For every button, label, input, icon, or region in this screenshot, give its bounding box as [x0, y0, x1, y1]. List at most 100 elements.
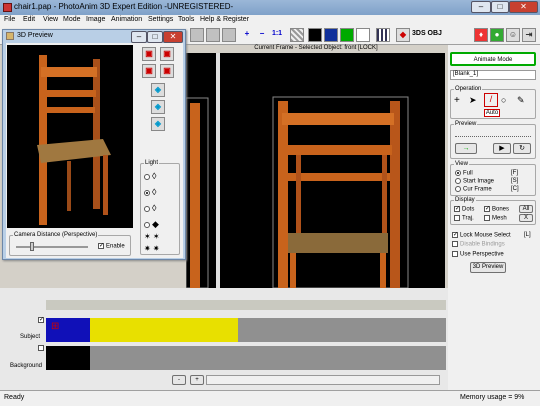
auto-badge[interactable]: Auto: [484, 109, 500, 117]
zoom-out-button[interactable]: −: [255, 28, 269, 42]
zoom-1to1-button[interactable]: 1:1: [270, 28, 284, 42]
close-button[interactable]: ✕: [509, 1, 538, 13]
grid-icon[interactable]: [376, 28, 390, 42]
maximize-button[interactable]: □: [491, 1, 509, 13]
enable-checkbox[interactable]: ✓ Enable: [98, 243, 125, 250]
zoom-in-button[interactable]: +: [240, 28, 254, 42]
camera-distance-slider[interactable]: [16, 246, 88, 248]
preview-maximize-button[interactable]: □: [147, 31, 163, 43]
subject-track[interactable]: ⊞: [46, 318, 446, 342]
traj-checkbox[interactable]: Traj.: [454, 215, 474, 222]
subject-keyframe-blue[interactable]: ⊞: [46, 318, 90, 342]
light-option-3[interactable]: ◊: [144, 203, 156, 213]
export-3d-icon[interactable]: ◆: [396, 28, 410, 42]
light-spread-icons[interactable]: ✷ ✷: [144, 244, 160, 253]
help-icon[interactable]: ●: [490, 28, 504, 42]
light-direction-icons[interactable]: ✶ ✶: [144, 232, 160, 241]
3d-preview-button[interactable]: 3D Preview: [470, 262, 506, 273]
subject-visible-checkbox[interactable]: ✓: [38, 317, 46, 324]
texture-icon[interactable]: [290, 28, 304, 42]
preview-window: 3D Preview – □ ✕ ▣ ▣ ▣ ▣ ◈ ◈ ◈ Light ◊ ◊…: [2, 29, 186, 260]
preview-close-button[interactable]: ✕: [163, 31, 183, 43]
status-memory: Memory usage = 9%: [460, 394, 525, 401]
user-icon[interactable]: ☺: [506, 28, 520, 42]
object-field[interactable]: [Blank_1]: [450, 70, 536, 80]
color-white[interactable]: [356, 28, 370, 42]
tool-grey-1[interactable]: [190, 28, 204, 42]
display-all-button[interactable]: All: [519, 205, 533, 213]
background-keyframe[interactable]: [46, 346, 90, 370]
menu-image[interactable]: Image: [86, 16, 105, 23]
mesh-checkbox[interactable]: Mesh: [484, 215, 507, 222]
loop-button[interactable]: ↻: [513, 143, 531, 154]
view-cur-frame-radio[interactable]: Cur Frame: [455, 186, 492, 193]
light-option-2[interactable]: ◊: [144, 187, 156, 197]
viewport-splitter[interactable]: [216, 53, 220, 288]
menu-view[interactable]: View: [43, 16, 58, 23]
export-3ds-obj-label[interactable]: 3DS OBJ: [412, 30, 442, 37]
preview-minimize-button[interactable]: –: [131, 31, 147, 43]
tool-grey-2[interactable]: [206, 28, 220, 42]
light-group: Light ◊ ◊ ◊ ◆ ✶ ✶ ✷ ✷: [140, 160, 180, 255]
menu-tools[interactable]: Tools: [178, 16, 194, 23]
timeline-zoom-out-button[interactable]: -: [172, 375, 186, 385]
viewport-left-edge[interactable]: [186, 53, 216, 288]
add-point-icon[interactable]: +: [454, 95, 460, 106]
menu-edit[interactable]: Edit: [23, 16, 35, 23]
menu-help[interactable]: Help & Register: [200, 16, 249, 23]
exit-icon[interactable]: ⇥: [522, 28, 536, 42]
preview-slider[interactable]: [455, 133, 531, 137]
lasso-icon[interactable]: ○: [501, 95, 506, 105]
operation-label: Operation: [454, 86, 483, 92]
lock-mouse-checkbox[interactable]: ✓ Lock Mouse Select: [452, 232, 511, 239]
select-arrow-icon[interactable]: ➤: [469, 95, 477, 106]
menu-file[interactable]: File: [4, 16, 15, 23]
view-start-image-radio[interactable]: Start Image: [455, 178, 494, 185]
cube-top-icon[interactable]: ▣: [142, 64, 156, 78]
app-icon: [3, 3, 12, 12]
color-blue[interactable]: [324, 28, 338, 42]
bones-checkbox[interactable]: ✓ Bones: [484, 206, 509, 213]
timeline-scrollbar[interactable]: [206, 375, 440, 385]
light-label: Light: [144, 160, 160, 166]
view-full-radio[interactable]: Full: [455, 170, 473, 177]
use-perspective-checkbox[interactable]: Use Perspective: [452, 251, 504, 258]
light-option-1[interactable]: ◊: [144, 171, 156, 181]
animate-mode-button[interactable]: Animate Mode: [450, 52, 536, 66]
subject-keyframe-yellow[interactable]: [90, 318, 238, 342]
minimize-button[interactable]: –: [471, 1, 491, 13]
dots-checkbox[interactable]: ✓ Dots: [454, 206, 474, 213]
register-icon[interactable]: ♦: [474, 28, 488, 42]
background-track[interactable]: [46, 346, 446, 370]
camera-distance-thumb[interactable]: [30, 242, 34, 251]
view-icons-group: ▣ ▣ ▣ ▣ ◈ ◈ ◈: [138, 47, 180, 155]
display-none-button[interactable]: X: [519, 214, 533, 222]
play-button[interactable]: ▶: [493, 143, 511, 154]
cube-rotate-1-icon[interactable]: ◈: [151, 83, 165, 97]
camera-distance-group: Camera Distance (Perspective) ✓ Enable: [9, 232, 131, 256]
viewport-current-frame[interactable]: [220, 53, 445, 288]
preview-chair-image: [37, 55, 111, 225]
disable-bindings-checkbox[interactable]: Disable Bindings: [452, 241, 505, 248]
preview-record-button[interactable]: →: [455, 143, 477, 154]
timeline-ruler[interactable]: [46, 300, 446, 310]
preview-window-title: 3D Preview: [17, 32, 53, 39]
background-visible-checkbox[interactable]: [38, 345, 46, 352]
menu-settings[interactable]: Settings: [148, 16, 173, 23]
preview-render[interactable]: [7, 45, 133, 228]
color-black[interactable]: [308, 28, 322, 42]
cube-rotate-3-icon[interactable]: ◈: [151, 117, 165, 131]
cube-right-icon[interactable]: ▣: [160, 47, 174, 61]
menu-animation[interactable]: Animation: [111, 16, 142, 23]
window-title: chair1.pap - PhotoAnim 3D Expert Edition…: [14, 2, 234, 11]
cube-rotate-2-icon[interactable]: ◈: [151, 100, 165, 114]
draw-line-icon[interactable]: /: [484, 93, 498, 107]
cube-front-icon[interactable]: ▣: [142, 47, 156, 61]
menu-mode[interactable]: Mode: [63, 16, 81, 23]
timeline-zoom-in-button[interactable]: +: [190, 375, 204, 385]
tool-grey-3[interactable]: [222, 28, 236, 42]
cube-side-icon[interactable]: ▣: [160, 64, 174, 78]
brush-icon[interactable]: ✎: [517, 95, 525, 106]
color-green[interactable]: [340, 28, 354, 42]
light-option-4[interactable]: ◆: [144, 219, 159, 230]
